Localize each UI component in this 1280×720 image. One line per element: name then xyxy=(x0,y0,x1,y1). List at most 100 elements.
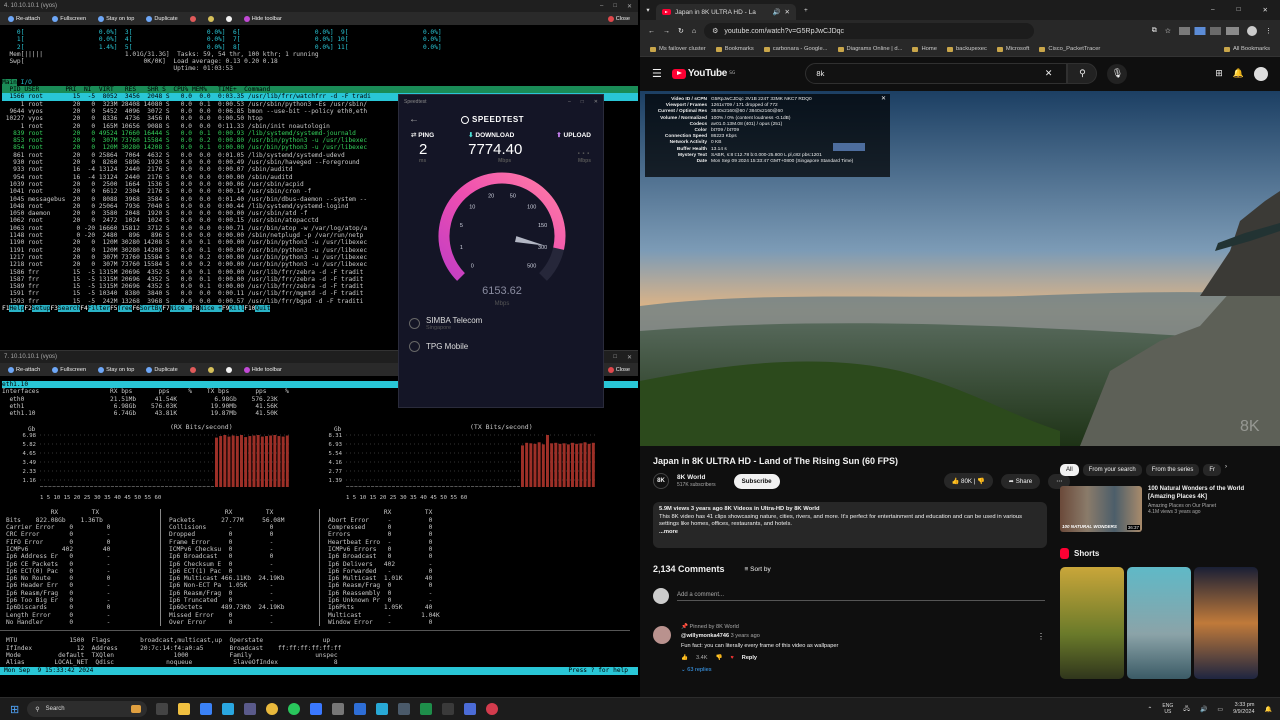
interface-row[interactable]: eth1.10 6.74Gb 43.81K 19.87Mb 41.50K xyxy=(2,410,638,417)
file-explorer-icon[interactable] xyxy=(178,703,191,715)
fkey-label[interactable]: Kill xyxy=(229,304,245,312)
sort-button[interactable]: ≡ Sort by xyxy=(745,566,771,573)
server-item[interactable]: SIMBA Telecom Singapore xyxy=(409,316,593,331)
description-more-link[interactable]: ...more xyxy=(659,529,1041,537)
hide-toolbar-button[interactable]: Hide toolbar xyxy=(240,366,286,374)
back-icon[interactable]: ← xyxy=(409,114,419,125)
app-icon[interactable] xyxy=(376,703,389,715)
bookmark-item[interactable]: All Bookmarks xyxy=(1223,46,1270,52)
fkey-number[interactable]: F7 xyxy=(162,305,169,312)
browser-tab-youtube[interactable]: Japan in 8K ULTRA HD - La 🔊 ✕ xyxy=(656,4,796,20)
like-button[interactable]: 👍 80K | 👎 xyxy=(943,473,993,489)
channel-avatar[interactable]: 8K xyxy=(653,473,669,489)
toolbar-icon[interactable] xyxy=(222,366,236,374)
chevron-right-icon[interactable]: › xyxy=(1225,464,1227,476)
minimize-icon[interactable]: – xyxy=(600,3,603,10)
fkey-label[interactable]: Search xyxy=(57,304,81,312)
comment-dislike-icon[interactable]: 👎 xyxy=(715,655,722,661)
toolbar-icon[interactable] xyxy=(186,366,200,374)
maximize-icon[interactable]: □ xyxy=(581,99,584,105)
task-view-icon[interactable] xyxy=(156,703,169,715)
site-info-icon[interactable]: ⚙ xyxy=(712,27,718,35)
chip-all[interactable]: All xyxy=(1060,464,1079,476)
close-toolbar-button[interactable]: Close xyxy=(604,366,634,374)
chip-from-series[interactable]: From the series xyxy=(1145,464,1200,476)
forward-icon[interactable]: → xyxy=(663,28,670,35)
extension-icons[interactable] xyxy=(1179,27,1239,35)
close-icon[interactable]: ✕ xyxy=(627,3,632,10)
tray-overflow-icon[interactable]: ⌃ xyxy=(1147,706,1152,713)
short-thumbnail[interactable] xyxy=(1127,567,1191,679)
app-icon[interactable] xyxy=(464,703,477,715)
short-thumbnail[interactable] xyxy=(1060,567,1124,679)
speedtest-icon[interactable] xyxy=(486,703,499,715)
reply-button[interactable]: Reply xyxy=(742,655,757,661)
clear-search-icon[interactable]: ✕ xyxy=(1045,68,1053,79)
fkey-label[interactable]: Quit xyxy=(255,304,271,312)
window-titlebar[interactable]: 4. 10.10.10.1 (vyos) – □ ✕ xyxy=(0,0,638,12)
fkey-number[interactable]: F3 xyxy=(50,305,57,312)
app-icon[interactable] xyxy=(310,703,323,715)
video-player[interactable]: 8K ✕ Video ID / sCPN G5RpJwCJDqc 3V1B 224… xyxy=(640,91,1280,446)
chip-from-search[interactable]: From your search xyxy=(1082,464,1142,476)
settings-icon[interactable] xyxy=(332,703,345,715)
search-input[interactable]: 8k ✕ xyxy=(805,63,1068,84)
clock-date[interactable]: 9/9/2024 xyxy=(1233,709,1254,716)
reattach-button[interactable]: Re-attach xyxy=(4,366,44,374)
fkey-number[interactable]: F8 xyxy=(192,305,199,312)
close-icon[interactable]: ✕ xyxy=(627,354,632,361)
fkey-label[interactable]: Setup xyxy=(31,304,51,312)
tab-menu-icon[interactable]: ▾ xyxy=(640,6,656,14)
fkey-number[interactable]: F4 xyxy=(80,305,87,312)
fkey-number[interactable]: F10 xyxy=(244,305,255,312)
stay-on-top-button[interactable]: Stay on top xyxy=(94,366,138,374)
hide-toolbar-button[interactable]: Hide toolbar xyxy=(240,15,286,23)
install-app-icon[interactable]: ⧉ xyxy=(1152,27,1157,35)
toolbar-icon[interactable] xyxy=(222,15,236,23)
mic-icon[interactable]: 🎙 xyxy=(1107,63,1128,84)
notification-icon[interactable]: 🔔 xyxy=(1265,706,1272,713)
taskbar-search-box[interactable]: ⚲ Search xyxy=(27,701,148,717)
related-video[interactable]: 100 NATURAL WONDERS 36:37 100 Natural Wo… xyxy=(1060,486,1270,532)
youtube-logo[interactable]: YouTube SG xyxy=(671,68,735,79)
reload-icon[interactable]: ↻ xyxy=(678,27,684,35)
bookmark-item[interactable]: Ms failover cluster xyxy=(650,46,706,52)
provider-item[interactable]: TPG Mobile xyxy=(409,341,593,352)
windows-start-icon[interactable]: ⊞ xyxy=(10,703,19,716)
hamburger-menu-icon[interactable]: ☰ xyxy=(652,67,662,80)
maximize-icon[interactable]: □ xyxy=(613,3,617,10)
home-icon[interactable]: ⌂ xyxy=(692,28,696,35)
stats-close-icon[interactable]: ✕ xyxy=(881,96,886,102)
battery-icon[interactable]: ▭ xyxy=(1217,706,1223,713)
profile-avatar[interactable] xyxy=(1247,26,1257,36)
terminal-icon[interactable] xyxy=(442,703,455,715)
comment-author[interactable]: @willymonka4746 xyxy=(681,633,729,639)
back-icon[interactable]: ← xyxy=(648,28,655,35)
fkey-label[interactable]: Nice - xyxy=(169,304,193,312)
chrome-icon[interactable] xyxy=(266,703,279,715)
fkey-label[interactable]: Tree xyxy=(117,304,133,312)
description-box[interactable]: 5.9M views 3 years ago 8K Videos in Ultr… xyxy=(653,502,1047,548)
fkey-number[interactable]: F5 xyxy=(110,305,117,312)
fkey-label[interactable]: Nice + xyxy=(199,304,222,312)
maximize-icon[interactable]: □ xyxy=(1237,6,1241,14)
duplicate-button[interactable]: Duplicate xyxy=(142,15,181,23)
star-icon[interactable]: ☆ xyxy=(1165,27,1171,35)
chip-more[interactable]: Fr xyxy=(1203,464,1222,476)
reattach-button[interactable]: Re-attach xyxy=(4,15,44,23)
short-thumbnail[interactable] xyxy=(1194,567,1258,679)
account-avatar[interactable] xyxy=(1254,66,1268,81)
comment-like-icon[interactable]: 👍 xyxy=(681,655,688,661)
edge-icon[interactable] xyxy=(222,703,235,715)
bookmark-item[interactable]: backupexec xyxy=(946,46,987,52)
tab-main[interactable]: Main xyxy=(2,78,17,86)
volume-icon[interactable]: 🔊 xyxy=(1200,706,1207,713)
close-icon[interactable]: ✕ xyxy=(1263,6,1268,14)
minimize-icon[interactable]: – xyxy=(1211,6,1215,14)
replies-toggle[interactable]: ⌄ 63 replies xyxy=(681,667,1045,673)
remote-desktop-icon[interactable] xyxy=(354,703,367,715)
close-toolbar-button[interactable]: Close xyxy=(604,15,634,23)
new-tab-icon[interactable]: + xyxy=(804,7,808,14)
speedtest-titlebar[interactable]: Speedtest – □ ✕ xyxy=(399,95,603,108)
fkey-label[interactable]: SortBy xyxy=(139,304,163,312)
